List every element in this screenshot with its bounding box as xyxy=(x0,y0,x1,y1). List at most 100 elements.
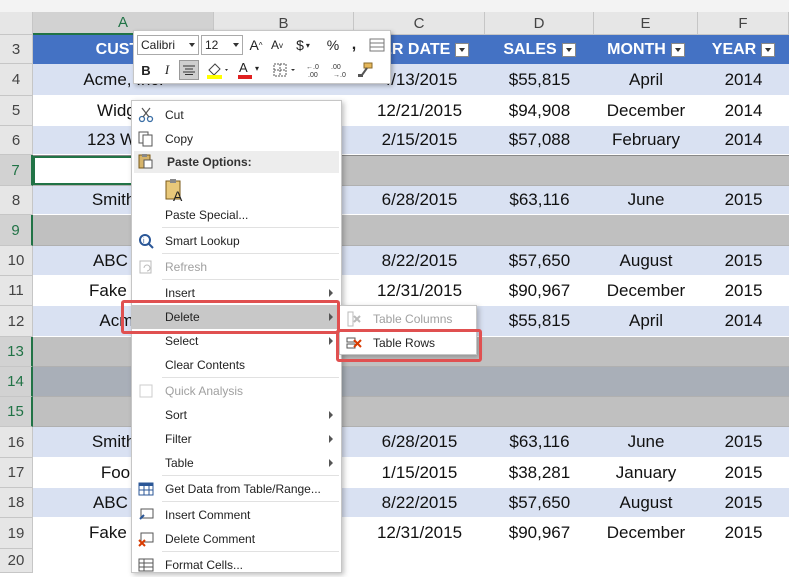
cell[interactable]: $63,116 xyxy=(485,186,594,214)
bold-button[interactable]: B xyxy=(137,60,155,80)
row-header[interactable]: 4 xyxy=(0,64,33,96)
select-all-corner[interactable] xyxy=(0,12,33,35)
cell[interactable]: $57,088 xyxy=(485,126,594,154)
cell[interactable]: 2015 xyxy=(698,488,789,517)
cell[interactable]: December xyxy=(594,96,698,125)
increase-decimal-button[interactable]: ←.0.00 xyxy=(304,60,326,80)
row-header[interactable]: 12 xyxy=(0,306,33,337)
cell[interactable] xyxy=(485,367,594,396)
cell[interactable]: 8/22/2015 xyxy=(354,488,485,517)
filter-dropdown-icon[interactable] xyxy=(455,42,470,57)
menu-item-filter[interactable]: Filter xyxy=(132,427,341,451)
filter-dropdown-icon[interactable] xyxy=(761,42,776,57)
menu-item-sort[interactable]: Sort xyxy=(132,403,341,427)
increase-font-size-button[interactable]: A ^ xyxy=(247,36,265,54)
cell[interactable]: 2014 xyxy=(698,64,789,95)
cell[interactable]: 6/28/2015 xyxy=(354,186,485,214)
comma-style-button[interactable]: , xyxy=(346,36,362,54)
cell[interactable]: 2/15/2015 xyxy=(354,126,485,154)
cell[interactable]: August xyxy=(594,246,698,275)
row-header[interactable]: 3 xyxy=(0,35,33,64)
column-title-cell[interactable]: MONTH xyxy=(594,35,698,64)
menu-item-format-cells[interactable]: Format Cells... xyxy=(132,553,341,577)
cell[interactable] xyxy=(698,215,789,245)
menu-item-delete-comment[interactable]: Delete Comment xyxy=(132,527,341,551)
cell[interactable]: January xyxy=(594,458,698,487)
cell[interactable] xyxy=(594,156,698,185)
cell[interactable]: 8/22/2015 xyxy=(354,246,485,275)
italic-button[interactable]: I xyxy=(158,60,176,80)
cell[interactable] xyxy=(698,397,789,426)
row-header[interactable]: 14 xyxy=(0,367,33,397)
format-painter-button[interactable] xyxy=(354,60,376,80)
font-name-select[interactable]: Calibri xyxy=(137,35,199,55)
row-header[interactable]: 9 xyxy=(0,215,33,246)
percent-style-button[interactable]: % xyxy=(324,36,342,54)
menu-item-smart-lookup[interactable]: i Smart Lookup xyxy=(132,229,341,253)
center-align-button[interactable] xyxy=(179,60,199,80)
cell[interactable]: 2015 xyxy=(698,246,789,275)
format-table-button[interactable] xyxy=(368,36,386,54)
cell[interactable] xyxy=(354,397,485,426)
menu-item-clear-contents[interactable]: Clear Contents xyxy=(132,353,341,377)
cell[interactable] xyxy=(485,337,594,366)
menu-item-get-data[interactable]: Get Data from Table/Range... xyxy=(132,477,341,501)
menu-item-cut[interactable]: Cut xyxy=(132,103,341,127)
cell[interactable]: $38,281 xyxy=(485,458,594,487)
cell[interactable] xyxy=(485,215,594,245)
cell[interactable]: 2014 xyxy=(698,96,789,125)
cell[interactable]: December xyxy=(594,276,698,305)
cell[interactable]: 2015 xyxy=(698,518,789,548)
cell[interactable]: $94,908 xyxy=(485,96,594,125)
fill-color-button[interactable] xyxy=(204,60,232,80)
spreadsheet[interactable]: A B C D E F 3 CUSTO DER DATE SALES MONTH YEAR… xyxy=(0,0,789,573)
row-header[interactable]: 10 xyxy=(0,246,33,276)
cell[interactable] xyxy=(698,367,789,396)
row-header[interactable]: 11 xyxy=(0,276,33,306)
cell[interactable]: $63,116 xyxy=(485,427,594,457)
column-header-e[interactable]: E xyxy=(594,12,698,35)
cell[interactable] xyxy=(594,367,698,396)
cell[interactable] xyxy=(354,367,485,396)
cell[interactable]: $90,967 xyxy=(485,276,594,305)
cell[interactable]: 12/31/2015 xyxy=(354,518,485,548)
cell[interactable] xyxy=(485,549,594,572)
font-size-select[interactable]: 12 xyxy=(201,35,243,55)
cell[interactable] xyxy=(354,156,485,185)
cell[interactable]: $55,815 xyxy=(485,64,594,95)
column-title-cell[interactable]: YEAR xyxy=(698,35,789,64)
menu-item-insert-comment[interactable]: Insert Comment xyxy=(132,503,341,527)
cell[interactable] xyxy=(698,549,789,572)
paste-button[interactable]: A xyxy=(163,177,187,204)
cell[interactable]: $57,650 xyxy=(485,246,594,275)
row-header[interactable]: 16 xyxy=(0,427,33,458)
row-header[interactable]: 7 xyxy=(0,155,33,186)
row-header[interactable]: 19 xyxy=(0,518,33,549)
cell[interactable] xyxy=(698,337,789,366)
cell[interactable] xyxy=(485,156,594,185)
row-header[interactable]: 20 xyxy=(0,549,33,573)
filter-dropdown-icon[interactable] xyxy=(670,42,685,57)
cell[interactable]: 2015 xyxy=(698,276,789,305)
cell[interactable]: April xyxy=(594,64,698,95)
row-header[interactable]: 18 xyxy=(0,488,33,518)
cell[interactable] xyxy=(698,156,789,185)
cell[interactable]: 1/15/2015 xyxy=(354,458,485,487)
column-title-cell[interactable]: SALES xyxy=(485,35,594,64)
cell[interactable]: $57,650 xyxy=(485,488,594,517)
row-header[interactable]: 5 xyxy=(0,96,33,126)
row-header[interactable]: 15 xyxy=(0,397,33,427)
cell[interactable]: 12/21/2015 xyxy=(354,96,485,125)
accounting-format-button[interactable]: $ ▾ xyxy=(292,36,314,54)
decrease-decimal-button[interactable]: .00 →.0 xyxy=(329,60,351,80)
row-header[interactable]: 13 xyxy=(0,337,33,367)
menu-item-table[interactable]: Table xyxy=(132,451,341,475)
column-header-f[interactable]: F xyxy=(698,12,789,35)
cell[interactable]: June xyxy=(594,427,698,457)
cell[interactable]: 2015 xyxy=(698,458,789,487)
font-color-button[interactable]: A ▾ xyxy=(236,60,264,80)
cell[interactable]: $90,967 xyxy=(485,518,594,548)
menu-item-paste-special[interactable]: Paste Special... xyxy=(132,203,341,227)
cell[interactable]: 2015 xyxy=(698,427,789,457)
row-header[interactable]: 8 xyxy=(0,186,33,215)
